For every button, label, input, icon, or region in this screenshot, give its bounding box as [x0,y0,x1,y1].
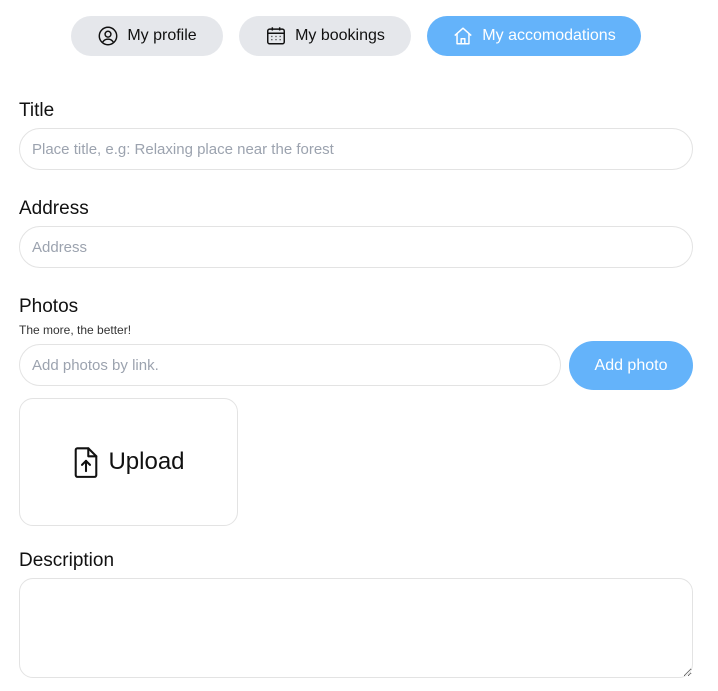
tab-my-accomodations[interactable]: My accomodations [427,16,641,56]
home-icon [454,27,473,45]
tab-label: My profile [127,27,197,44]
tab-my-bookings[interactable]: My bookings [239,16,411,56]
calendar-icon [267,27,286,45]
address-input[interactable] [19,226,693,268]
description-label: Description [19,550,115,571]
user-circle-icon [98,26,118,46]
file-upload-icon [75,447,98,478]
description-textarea[interactable] [19,578,693,678]
photos-label: Photos [19,296,79,317]
title-input[interactable] [19,128,693,170]
tab-my-profile[interactable]: My profile [71,16,223,56]
tab-label: My bookings [295,27,385,44]
address-label: Address [19,198,89,219]
account-nav: My profile My bookings My accomodations [0,16,718,56]
add-photo-button[interactable]: Add photo [569,341,693,390]
tab-label: My accomodations [482,27,616,44]
upload-label: Upload [108,448,185,475]
photos-hint: The more, the better! [19,323,132,337]
photo-link-input[interactable] [19,344,561,386]
title-label: Title [19,100,55,121]
upload-button[interactable]: Upload [19,398,238,526]
